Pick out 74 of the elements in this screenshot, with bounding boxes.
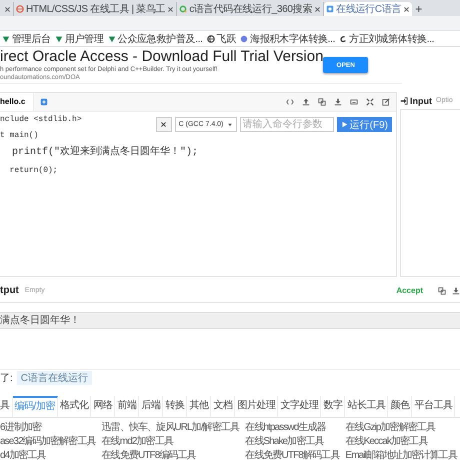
search-icon xyxy=(179,5,188,13)
category-tab[interactable]: 后端 xyxy=(139,396,164,417)
bookmark-link[interactable]: 管理后台 xyxy=(12,32,51,46)
download-icon[interactable] xyxy=(452,286,460,294)
curl-icon xyxy=(339,34,348,42)
sign-in-icon xyxy=(400,96,408,104)
code-line: nclude <stdlib.h> xyxy=(0,114,82,125)
tool-link[interactable]: 6进制加密 xyxy=(0,421,99,435)
tool-link[interactable]: Email邮箱地址加密计算工具 xyxy=(345,449,460,460)
tool-link[interactable]: 在线Shake加密工具 xyxy=(245,435,342,449)
close-icon[interactable] xyxy=(403,6,410,12)
category-tab[interactable]: 具 xyxy=(0,396,12,417)
close-icon xyxy=(160,121,168,128)
play-icon xyxy=(340,121,348,128)
verdict-label: Accept xyxy=(396,286,423,295)
category-tab[interactable]: 图片处理 xyxy=(235,396,278,417)
tool-link[interactable]: 在线免费UTF8解码工具 xyxy=(245,449,342,460)
category-tab[interactable]: 前端 xyxy=(115,396,140,417)
circle-icon xyxy=(240,34,248,42)
category-tab[interactable]: 文字处理 xyxy=(278,396,322,417)
run-button[interactable]: 运行(F9) xyxy=(336,117,392,132)
tool-link[interactable]: 迅雷、快车、旋风URL加/解密工具 xyxy=(102,421,242,435)
close-icon[interactable] xyxy=(4,6,11,12)
bookmark-link[interactable]: 公众应急救护普及... xyxy=(118,32,203,46)
close-icon[interactable] xyxy=(314,6,322,12)
bookmark-link[interactable]: 飞跃 xyxy=(216,32,236,46)
input-title: Input xyxy=(410,96,432,106)
bookmark-link[interactable]: 海报积木字体转换... xyxy=(250,32,336,46)
browser-tab[interactable]: 在线运行C语言 xyxy=(324,2,412,16)
code-line: return(0); xyxy=(8,165,58,176)
code-line: t main() xyxy=(0,130,38,141)
globe-icon xyxy=(16,5,24,13)
globe-icon xyxy=(206,34,215,42)
tag-link[interactable]: C语言在线运行 xyxy=(16,371,92,385)
code-line: printf("欢迎来到满点冬日圆年华！"); xyxy=(11,146,198,160)
arguments-field[interactable]: 请输入命令行参数 xyxy=(240,117,334,132)
category-tab[interactable]: 格式化 xyxy=(58,396,92,417)
category-tab[interactable]: 数字 xyxy=(321,396,346,417)
keyboard-icon[interactable] xyxy=(350,98,358,106)
tool-link[interactable]: 在线免费UTF8编码工具 xyxy=(102,449,242,460)
tags-label: 了: xyxy=(0,372,13,385)
category-tab[interactable]: 颜色 xyxy=(388,396,412,417)
tool-link[interactable]: 在线htpasswd生成器 xyxy=(245,421,342,435)
close-icon[interactable] xyxy=(167,6,174,12)
download-icon[interactable] xyxy=(334,98,342,106)
file-tab[interactable]: hello.c xyxy=(0,93,34,111)
category-tab[interactable]: 站长工具 xyxy=(345,396,388,417)
app-icon xyxy=(326,5,334,13)
category-tab[interactable]: 转换 xyxy=(163,396,188,417)
tool-link[interactable]: ase32编码加密解密工具 xyxy=(0,435,99,449)
ad-headline[interactable]: irect Oracle Access - Download Full Trial Version xyxy=(0,48,324,64)
edit-icon[interactable] xyxy=(382,98,390,106)
copy-icon[interactable] xyxy=(318,98,326,106)
fullscreen-icon[interactable] xyxy=(366,98,374,106)
add-file-icon[interactable] xyxy=(40,98,48,106)
output-title: tput xyxy=(0,285,19,296)
new-tab-button[interactable]: + xyxy=(412,2,426,16)
bookmark-link[interactable]: 方正刘城第体转换... xyxy=(349,32,434,46)
tool-link[interactable]: d4加密工具 xyxy=(0,449,99,460)
tool-link[interactable]: 在线Keccak加密工具 xyxy=(345,435,460,449)
copy-icon[interactable] xyxy=(438,286,446,294)
tool-link[interactable]: 在线Gzip加密解密工具 xyxy=(345,421,460,435)
upload-icon[interactable] xyxy=(302,98,310,106)
category-tab[interactable]: 网络 xyxy=(91,396,116,417)
bookmark-link[interactable]: 用户管理 xyxy=(64,32,104,46)
code-icon[interactable] xyxy=(286,98,294,106)
output-text: 满点冬日圆年华！ xyxy=(0,312,460,329)
caret-icon xyxy=(226,122,233,128)
category-tab[interactable]: 其他 xyxy=(187,396,212,417)
clear-button[interactable] xyxy=(156,117,172,132)
input-box[interactable] xyxy=(400,109,460,277)
category-tab[interactable]: 文档 xyxy=(211,396,236,417)
category-tab[interactable]: 平台工具 xyxy=(412,396,456,417)
tool-link[interactable]: 在线md2加密工具 xyxy=(102,435,242,449)
